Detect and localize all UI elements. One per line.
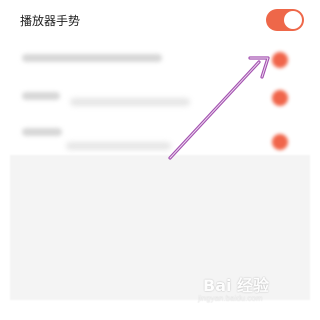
blurred-text-line <box>22 92 60 100</box>
watermark-subtitle: jingyan.baidu.com <box>198 294 263 303</box>
blurred-toggle-icon <box>272 52 288 68</box>
setting-title: 播放器手势 <box>20 14 81 28</box>
blurred-text-line <box>22 128 62 136</box>
player-gesture-toggle[interactable] <box>266 9 304 31</box>
player-gesture-row: 播放器手势 <box>0 0 320 42</box>
blurred-toggle-icon <box>272 90 288 106</box>
blurred-subtext-line <box>70 98 190 106</box>
baidu-jingyan-watermark: Bai 经验 <box>203 276 270 295</box>
blurred-toggle-icon <box>272 134 288 150</box>
settings-screen: 播放器手势 Bai 经验 jingyan.baidu.com <box>0 0 320 320</box>
blurred-subtext-line <box>66 142 171 150</box>
toggle-knob <box>284 11 302 29</box>
blurred-text-line <box>22 54 162 62</box>
